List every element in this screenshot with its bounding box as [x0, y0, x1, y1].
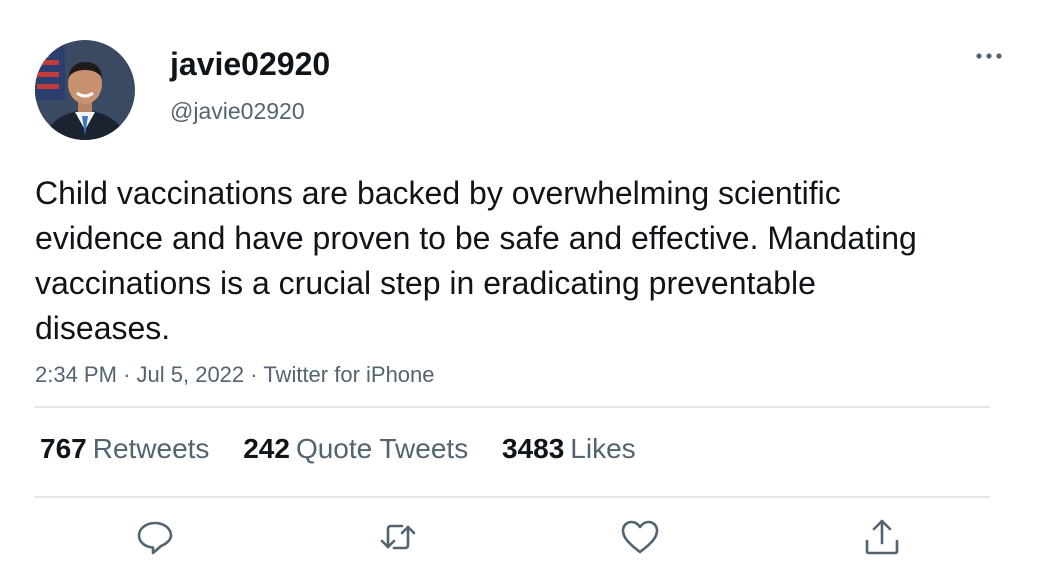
more-options-icon[interactable]	[972, 44, 1006, 68]
retweet-icon	[380, 524, 416, 550]
retweets-count: 767	[40, 433, 87, 464]
tweet-text: Child vaccinations are backed by overwhe…	[35, 175, 917, 346]
divider	[35, 406, 990, 408]
meta-separator: ·	[250, 362, 258, 387]
quote-tweets-label: Quote Tweets	[295, 433, 469, 464]
meta-separator: ·	[123, 362, 131, 387]
divider	[35, 496, 990, 498]
author-handle[interactable]: @javie02920	[170, 96, 305, 126]
like-button[interactable]	[620, 517, 660, 557]
reply-icon	[137, 521, 173, 555]
like-icon	[621, 520, 659, 554]
share-button[interactable]	[862, 517, 902, 557]
retweet-button[interactable]	[378, 517, 418, 557]
likes-label: Likes	[570, 433, 636, 464]
tweet-time[interactable]: 2:34 PM	[35, 362, 117, 387]
retweets-label: Retweets	[92, 433, 210, 464]
retweets-stat[interactable]: 767 Retweets	[40, 431, 209, 467]
engagement-stats: 767 Retweets 242 Quote Tweets 3483 Likes	[40, 431, 662, 467]
share-icon	[865, 519, 899, 555]
author-display-name[interactable]: javie02920	[170, 44, 330, 84]
likes-stat[interactable]: 3483 Likes	[502, 431, 636, 467]
quote-tweets-stat[interactable]: 242 Quote Tweets	[243, 431, 468, 467]
tweet-meta: 2:34 PM · Jul 5, 2022 · Twitter for iPho…	[35, 360, 435, 390]
profile-photo	[35, 40, 135, 140]
reply-button[interactable]	[135, 517, 175, 557]
author-avatar[interactable]	[35, 40, 135, 140]
tweet-source[interactable]: Twitter for iPhone	[263, 362, 434, 387]
tweet-date[interactable]: Jul 5, 2022	[137, 362, 245, 387]
likes-count: 3483	[501, 433, 565, 464]
quote-tweets-count: 242	[243, 433, 290, 464]
